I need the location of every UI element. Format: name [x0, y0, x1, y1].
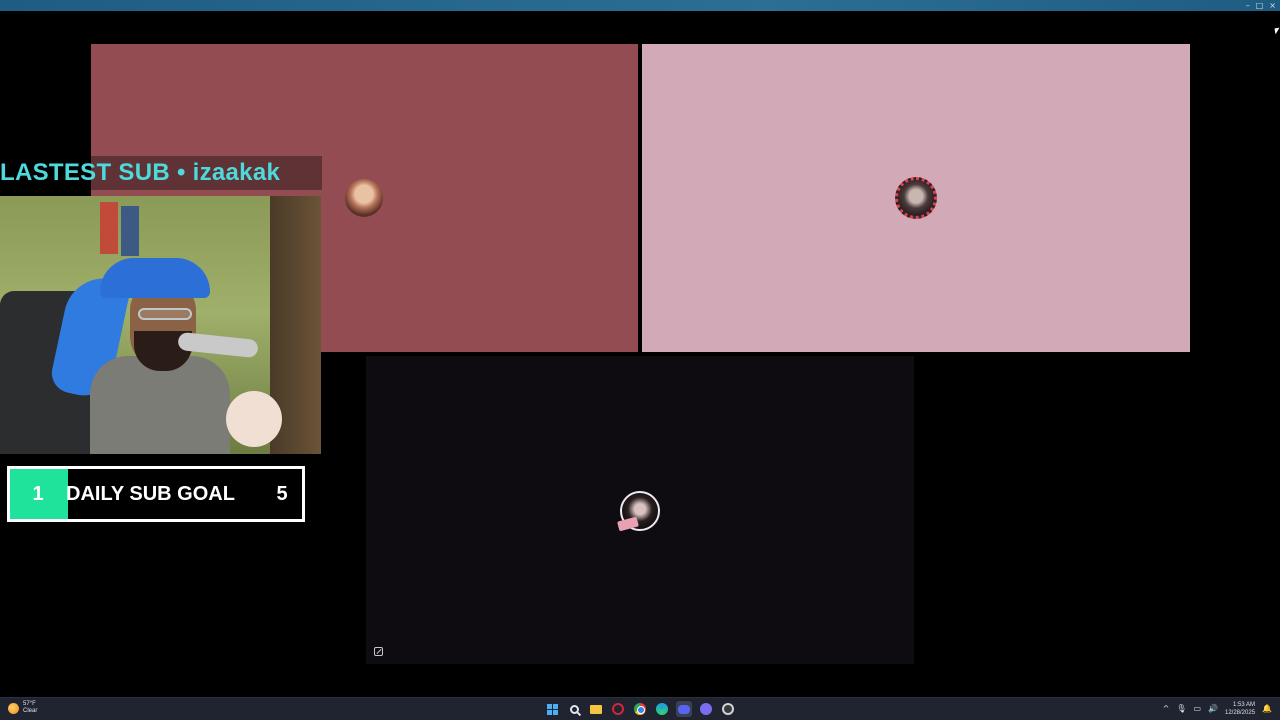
- microphone-icon[interactable]: 🎙: [1176, 700, 1186, 718]
- sub-goal-target: 5: [276, 482, 288, 505]
- edge-icon: [656, 703, 668, 715]
- latest-sub-ticker: LASTEST SUB • izaakak: [0, 156, 322, 190]
- network-icon[interactable]: ▭: [1193, 700, 1201, 718]
- tray-chevron-icon[interactable]: ^: [1163, 700, 1170, 718]
- weather-text: 57°F Clear: [23, 701, 37, 715]
- sub-goal-widget: 1 DAILY SUB GOAL 5: [7, 466, 305, 522]
- taskbar: 57°F Clear ^ 🎙 ▭ 🔊 1:53 AM 12/28/2025 🔔: [0, 697, 1280, 720]
- webcam-poster: [100, 202, 118, 254]
- webcam-poster: [121, 206, 139, 256]
- screen: – □ × LASTEST SUB • izaakak 1 DAILY SUB …: [0, 0, 1280, 720]
- mouse-cursor-icon: [1274, 27, 1280, 35]
- streamer-webcam: [0, 196, 321, 454]
- sub-goal-label: DAILY SUB GOAL: [66, 482, 235, 505]
- system-tray: ^ 🎙 ▭ 🔊 1:53 AM 12/28/2025 🔔: [1163, 700, 1272, 718]
- opera-button[interactable]: [610, 701, 626, 717]
- sub-goal-bar: 1 DAILY SUB GOAL 5: [10, 469, 302, 519]
- search-button[interactable]: [566, 701, 582, 717]
- weather-condition: Clear: [23, 708, 38, 714]
- edge-button[interactable]: [654, 701, 670, 717]
- obs-icon: [722, 703, 734, 715]
- volume-icon[interactable]: 🔊: [1208, 700, 1218, 718]
- file-explorer-button[interactable]: [588, 701, 604, 717]
- window-title-bar[interactable]: – □ ×: [0, 0, 1280, 11]
- latest-sub-text: LASTEST SUB • izaakak: [0, 159, 281, 186]
- weather-widget[interactable]: 57°F Clear: [8, 701, 37, 715]
- clock[interactable]: 1:53 AM 12/28/2025: [1225, 701, 1255, 717]
- search-icon: [569, 704, 579, 714]
- webcam-glasses: [138, 308, 192, 320]
- weather-temp: 57°F: [23, 701, 36, 707]
- minimize-button[interactable]: –: [1246, 0, 1250, 11]
- sun-icon: [8, 702, 19, 714]
- file-explorer-icon: [590, 704, 602, 714]
- participant-avatar-2[interactable]: [895, 177, 937, 219]
- sub-goal-current: 1: [32, 482, 44, 505]
- clock-time: 1:53 AM: [1233, 702, 1256, 708]
- close-button[interactable]: ×: [1269, 0, 1276, 11]
- discord-button[interactable]: [676, 701, 692, 717]
- notifications-icon[interactable]: 🔔: [1262, 700, 1272, 718]
- taskbar-apps: [544, 701, 736, 717]
- chrome-icon: [634, 703, 646, 715]
- webcam-wig-top: [100, 258, 210, 298]
- window-controls: – □ ×: [1246, 0, 1276, 11]
- discord-icon: [678, 704, 690, 714]
- chrome-button[interactable]: [632, 701, 648, 717]
- participant-avatar-1[interactable]: [345, 179, 383, 217]
- app-button[interactable]: [698, 701, 714, 717]
- webcam-plush-toy: [226, 391, 282, 447]
- start-icon: [546, 703, 558, 715]
- start-button[interactable]: [544, 701, 560, 717]
- screen-share-icon[interactable]: [374, 647, 383, 656]
- maximize-button[interactable]: □: [1256, 0, 1264, 11]
- clock-date: 12/28/2025: [1225, 710, 1256, 716]
- opera-icon: [612, 703, 624, 715]
- obs-button[interactable]: [720, 701, 736, 717]
- app-icon: [700, 703, 712, 715]
